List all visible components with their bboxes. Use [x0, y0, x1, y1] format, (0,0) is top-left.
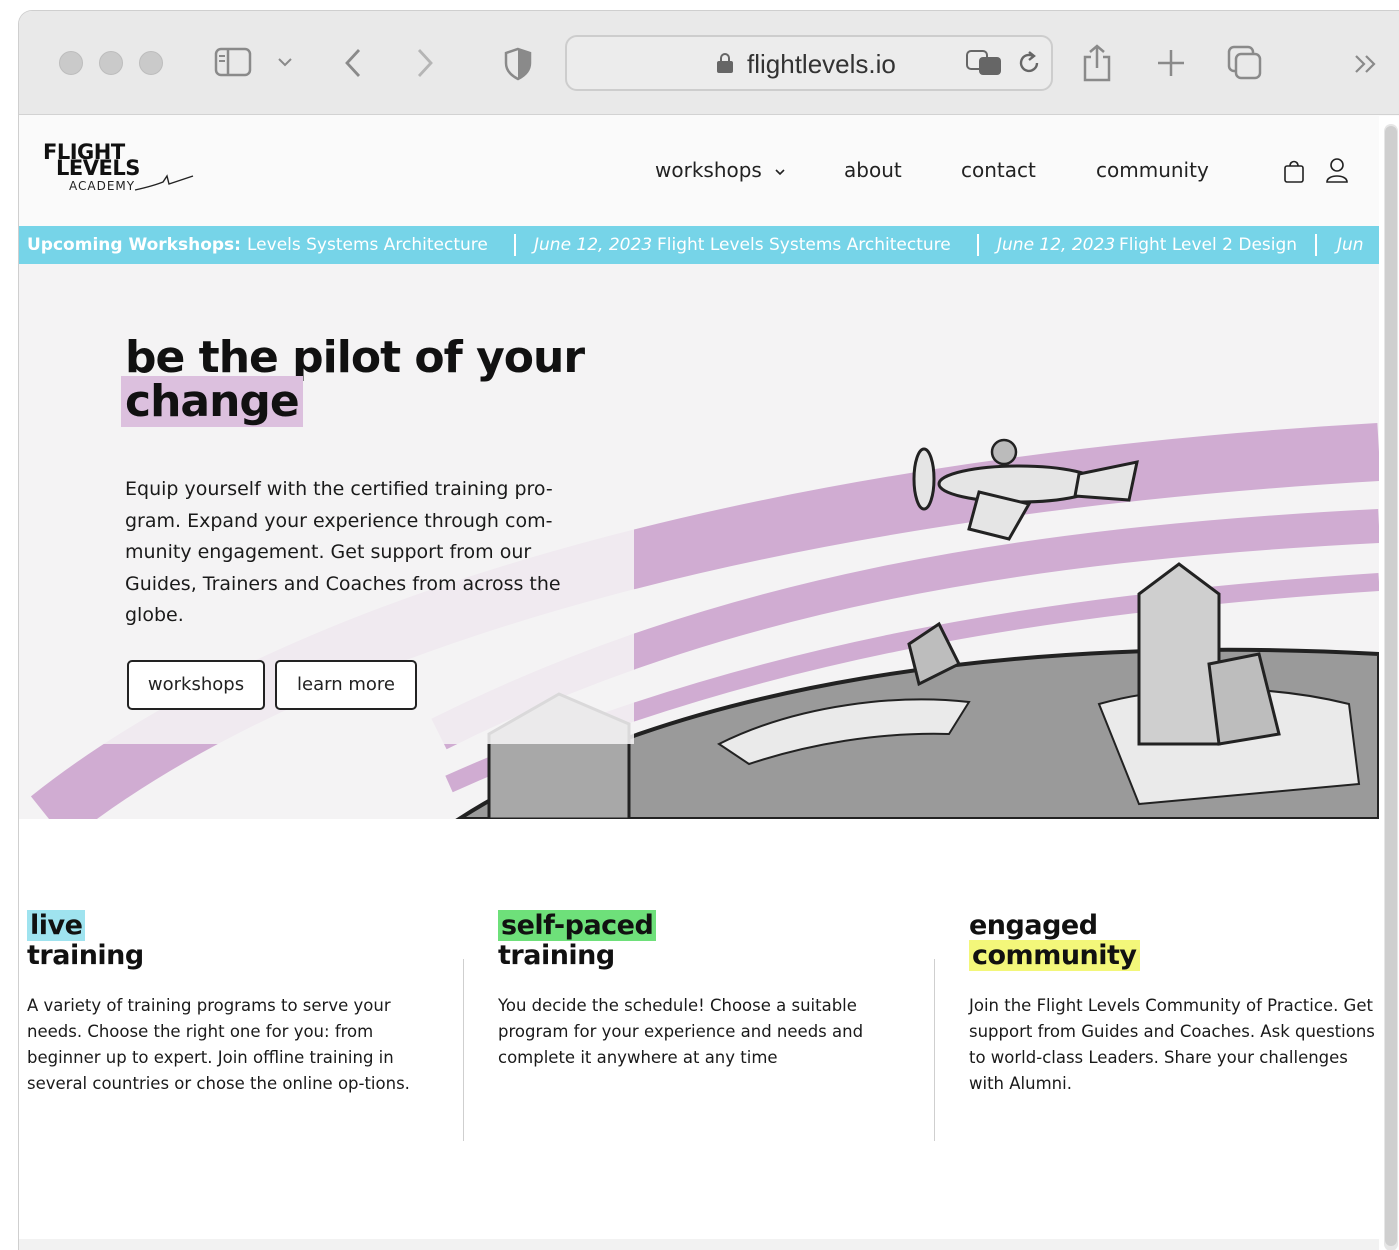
new-tab-icon[interactable] — [1155, 47, 1187, 79]
translate-icon[interactable] — [965, 49, 1005, 77]
feature-divider — [934, 959, 935, 1141]
ticker-item-title[interactable]: Levels Systems Architecture — [247, 226, 488, 264]
feature-title-highlight: community — [969, 940, 1140, 971]
web-page: FLIGHT LEVELS ACADEMY workshops about co… — [19, 116, 1399, 1250]
feature-description: A variety of training programs to serve … — [27, 996, 410, 1093]
share-icon[interactable] — [1081, 43, 1113, 83]
browser-window: flightlevels.io FLIGHT LEVELS ACADEMY wo… — [18, 10, 1399, 1250]
nav-about[interactable]: about — [844, 158, 902, 182]
forward-icon[interactable] — [413, 47, 437, 79]
logo-line-2: LEVELS — [56, 156, 140, 180]
feature-title: self-paced training — [498, 910, 918, 971]
user-icon[interactable] — [1325, 156, 1349, 184]
close-window-button[interactable] — [59, 51, 83, 75]
site-header: FLIGHT LEVELS ACADEMY workshops about co… — [19, 116, 1379, 226]
ticker-item-date: June 12, 2023 — [997, 235, 1116, 255]
upcoming-workshops-ticker: Upcoming Workshops: Levels Systems Archi… — [19, 226, 1379, 264]
chevron-down-icon — [775, 168, 785, 175]
logo-line-3: ACADEMY — [69, 179, 136, 193]
zoom-window-button[interactable] — [139, 51, 163, 75]
page-scrollbar[interactable] — [1384, 124, 1398, 1250]
feature-live-training: live training A variety of training prog… — [27, 910, 447, 1097]
feature-title-highlight: self-paced — [498, 910, 657, 941]
feature-title-line-2: training — [27, 940, 144, 971]
flight-levels-logo[interactable]: FLIGHT LEVELS ACADEMY — [41, 142, 194, 202]
feature-title-line-1: engaged — [969, 910, 1098, 941]
ticker-separator — [977, 234, 979, 256]
ticker-lead: Upcoming Workshops: — [27, 235, 241, 255]
ticker-item-title[interactable]: Flight Level 2 Design — [1119, 226, 1297, 264]
next-section-edge — [19, 1239, 1379, 1250]
ticker-separator — [514, 234, 516, 256]
feature-title-line-2: training — [498, 940, 615, 971]
scrollbar-thumb[interactable] — [1385, 126, 1397, 1246]
feature-engaged-community: engaged community Join the Flight Levels… — [969, 911, 1375, 1097]
learn-more-button[interactable]: learn more — [275, 660, 417, 710]
feature-title: live training — [27, 910, 447, 971]
reload-icon[interactable] — [1015, 49, 1043, 77]
ticker-item-title[interactable]: Flight Levels Systems Architecture — [657, 226, 951, 264]
nav-workshops-label: workshops — [655, 158, 762, 182]
feature-divider — [463, 959, 464, 1141]
shopping-bag-icon[interactable] — [1283, 158, 1305, 184]
browser-toolbar: flightlevels.io — [19, 11, 1399, 115]
nav-workshops[interactable]: workshops — [655, 158, 786, 182]
more-chevrons-icon[interactable] — [1353, 53, 1379, 75]
hero-section: be the pilot of your change Equip yourse… — [19, 264, 1379, 819]
feature-description: Join the Flight Levels Community of Prac… — [969, 996, 1375, 1093]
feature-description: You decide the schedule! Choose a suitab… — [498, 996, 864, 1067]
hero-title: be the pilot of your change — [121, 336, 585, 427]
ticker-item-date: Jun — [1337, 235, 1364, 255]
shield-icon[interactable] — [503, 47, 533, 81]
nav-community[interactable]: community — [1096, 158, 1209, 182]
feature-title: engaged community — [969, 911, 1375, 971]
workshops-button[interactable]: workshops — [127, 660, 265, 710]
tab-overview-icon[interactable] — [1227, 45, 1263, 81]
back-icon[interactable] — [341, 47, 365, 79]
logo-flight-path-icon — [134, 174, 194, 191]
address-bar[interactable]: flightlevels.io — [565, 35, 1053, 91]
feature-title-highlight: live — [27, 910, 86, 941]
sidebar-icon[interactable] — [214, 47, 254, 79]
nav-contact[interactable]: contact — [961, 158, 1036, 182]
address-url: flightlevels.io — [747, 49, 896, 79]
chevron-down-icon[interactable] — [277, 55, 293, 69]
feature-self-paced-training: self-paced training You decide the sched… — [498, 910, 918, 1071]
minimize-window-button[interactable] — [99, 51, 123, 75]
hero-description: Equip yourself with the certified traini… — [125, 478, 561, 626]
ticker-separator — [1315, 234, 1317, 256]
features-section: live training A variety of training prog… — [19, 819, 1379, 1250]
lock-icon — [717, 53, 733, 73]
hero-title-highlight: change — [121, 376, 303, 427]
ticker-item-date: June 12, 2023 — [534, 235, 653, 255]
